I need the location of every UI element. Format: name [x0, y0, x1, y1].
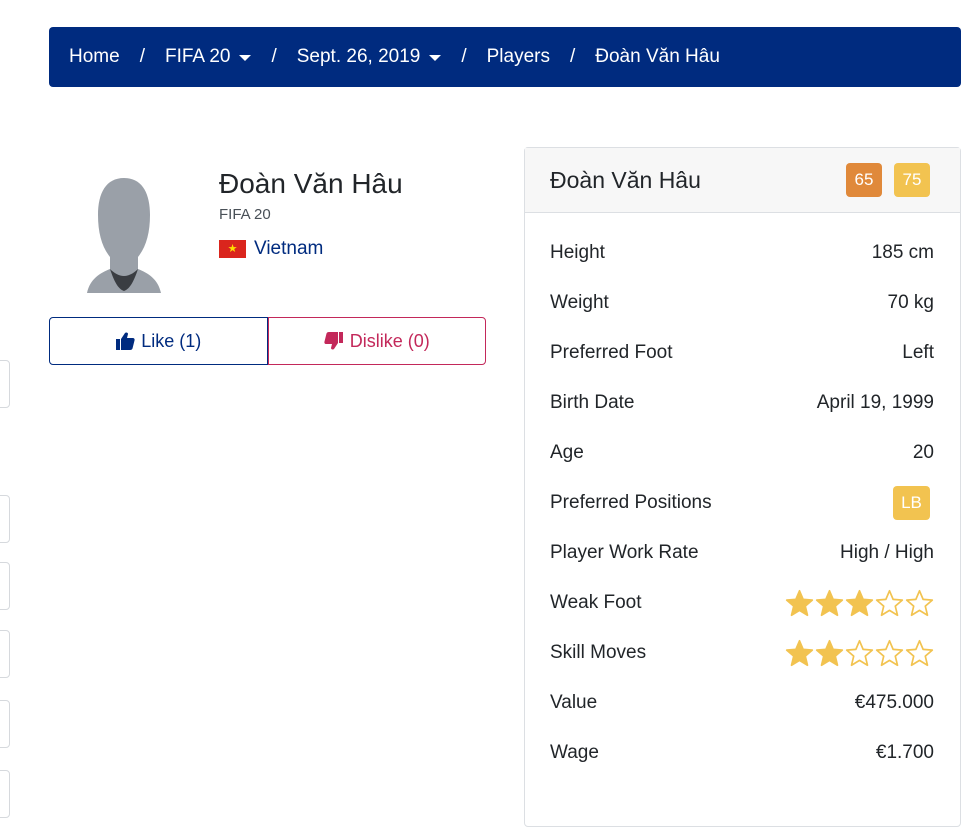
breadcrumb-game-label: FIFA 20 — [164, 46, 231, 67]
vote-button-group: Like (1) Dislike (0) — [49, 317, 486, 365]
row-value: Left — [902, 342, 934, 363]
row-value: High / High — [840, 542, 934, 563]
caret-down-icon — [429, 55, 442, 61]
player-info-card: Đoàn Văn Hâu 65 75 Height 185 cm Weight … — [524, 147, 961, 827]
edge-fragment — [0, 630, 10, 678]
edge-fragment — [0, 562, 10, 610]
player-nation-link[interactable]: ★ Vietnam — [219, 238, 323, 260]
row-label: Preferred Foot — [550, 342, 673, 363]
player-avatar — [87, 178, 161, 293]
breadcrumb-separator: / — [569, 46, 576, 67]
star-filled-icon — [815, 589, 844, 618]
row-preferred-foot: Preferred Foot Left — [525, 328, 960, 378]
row-weight: Weight 70 kg — [525, 278, 960, 328]
breadcrumb-date-dropdown[interactable]: Sept. 26, 2019 — [297, 46, 442, 68]
row-value: 20 — [912, 442, 934, 463]
edge-fragment — [0, 360, 10, 408]
like-label: Like (1) — [141, 330, 202, 351]
star-filled-icon — [785, 639, 814, 668]
row-wage: Wage €1.700 — [525, 728, 960, 778]
breadcrumb-separator: / — [271, 46, 277, 67]
card-title: Đoàn Văn Hâu — [550, 166, 701, 193]
row-label: Height — [550, 242, 605, 263]
row-label: Preferred Positions — [550, 492, 712, 513]
row-value: 185 cm — [871, 242, 934, 263]
thumbs-down-icon — [324, 332, 343, 350]
nation-label: Vietnam — [254, 238, 324, 259]
star-empty-icon — [905, 589, 934, 618]
row-label: Value — [550, 692, 598, 713]
breadcrumb-home[interactable]: Home — [69, 46, 120, 68]
dislike-label: Dislike (0) — [349, 330, 430, 351]
thumbs-up-icon — [116, 332, 135, 350]
star-empty-icon — [905, 639, 934, 668]
row-work-rate: Player Work Rate High / High — [525, 528, 960, 578]
row-label: Weight — [550, 292, 609, 313]
breadcrumb-current: Đoàn Văn Hâu — [595, 46, 720, 67]
star-empty-icon — [845, 639, 874, 668]
weak-foot-stars — [785, 589, 934, 618]
row-label: Weak Foot — [550, 592, 642, 613]
breadcrumb-players[interactable]: Players — [487, 46, 550, 68]
dislike-button[interactable]: Dislike (0) — [267, 317, 486, 365]
breadcrumb-separator: / — [461, 46, 467, 67]
star-empty-icon — [875, 589, 904, 618]
like-button[interactable]: Like (1) — [49, 317, 268, 365]
breadcrumb-game-dropdown[interactable]: FIFA 20 — [164, 46, 252, 68]
row-label: Skill Moves — [550, 642, 647, 663]
card-header: Đoàn Văn Hâu 65 75 — [525, 148, 960, 213]
breadcrumb-home-label: Home — [69, 46, 120, 67]
row-preferred-positions: Preferred Positions LB — [525, 478, 960, 528]
row-value: April 19, 1999 — [816, 392, 934, 413]
skill-moves-stars — [785, 639, 934, 668]
row-height: Height 185 cm — [525, 228, 960, 278]
row-label: Player Work Rate — [550, 542, 699, 563]
row-label: Age — [550, 442, 584, 463]
player-name: Đoàn Văn Hâu — [219, 168, 403, 199]
row-value: €475.000 — [854, 692, 934, 713]
breadcrumb: Home / FIFA 20 / Sept. 26, 2019 / Player… — [49, 27, 961, 87]
star-filled-icon — [785, 589, 814, 618]
row-value: Value €475.000 — [525, 678, 960, 728]
row-weak-foot: Weak Foot — [525, 578, 960, 628]
breadcrumb-players-label: Players — [486, 46, 550, 67]
attribute-list: Height 185 cm Weight 70 kg Preferred Foo… — [525, 228, 960, 778]
row-label: Birth Date — [550, 392, 635, 413]
row-birth-date: Birth Date April 19, 1999 — [525, 378, 960, 428]
breadcrumb-date-label: Sept. 26, 2019 — [296, 46, 421, 67]
star-empty-icon — [875, 639, 904, 668]
potential-rating-badge: 75 — [894, 163, 930, 197]
breadcrumb-separator: / — [139, 46, 145, 67]
caret-down-icon — [239, 55, 252, 61]
row-skill-moves: Skill Moves — [525, 628, 960, 678]
star-filled-icon — [845, 589, 874, 618]
row-value: 70 kg — [887, 292, 934, 313]
row-age: Age 20 — [525, 428, 960, 478]
row-label: Wage — [550, 742, 599, 763]
star-filled-icon — [815, 639, 844, 668]
edge-fragment — [0, 495, 10, 543]
row-value: €1.700 — [875, 742, 934, 763]
player-version: FIFA 20 — [219, 206, 271, 223]
edge-fragment — [0, 700, 10, 748]
position-badge-lb[interactable]: LB — [893, 486, 930, 520]
overall-rating-badge: 65 — [846, 163, 882, 197]
vietnam-flag-icon: ★ — [219, 240, 246, 258]
